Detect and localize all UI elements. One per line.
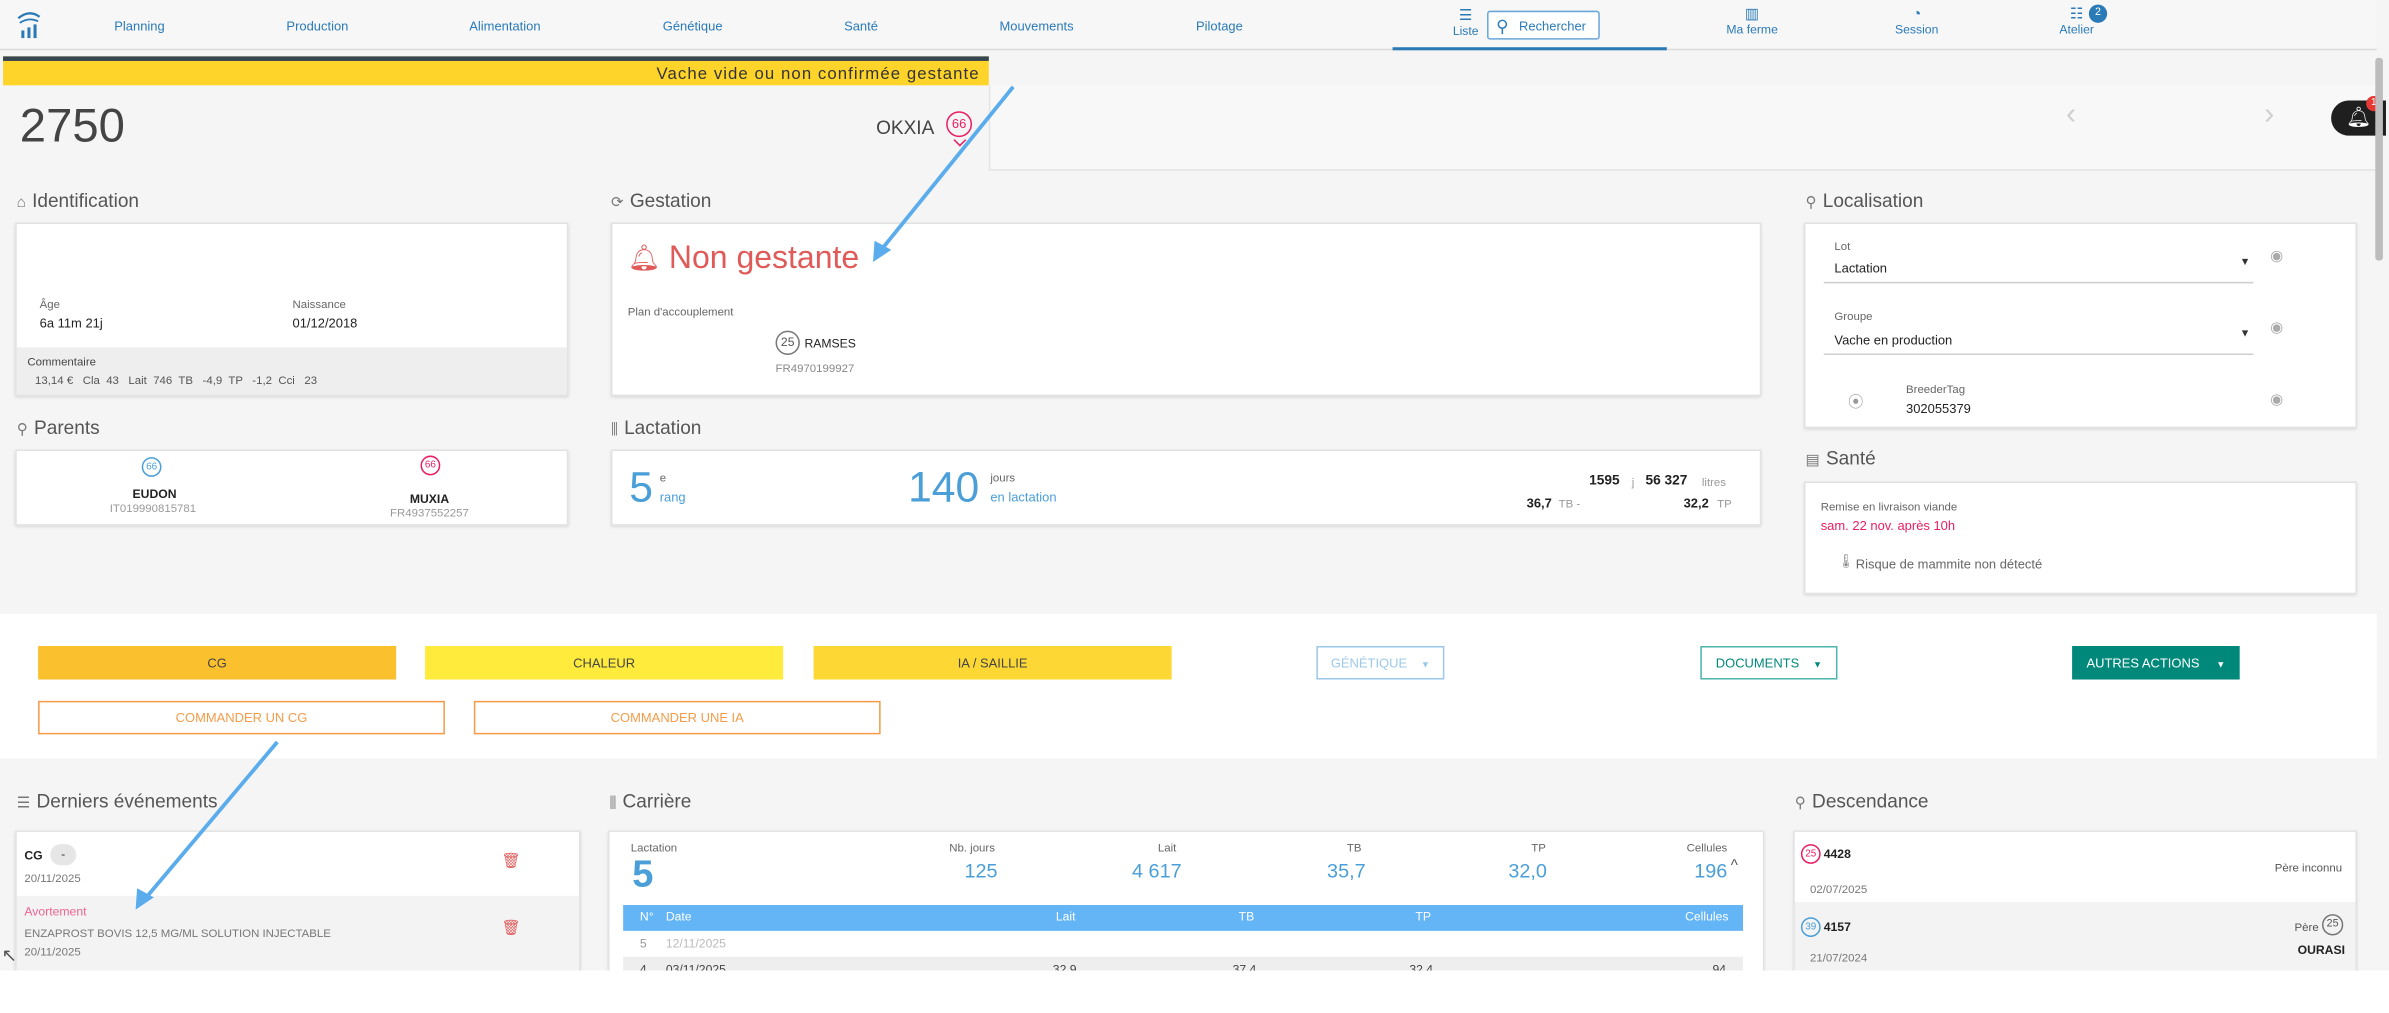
annotation-arrow [882, 85, 1015, 249]
annotation-arrow [144, 740, 279, 899]
annotation-arrows [135, 85, 1015, 910]
arrowhead-icon [873, 240, 892, 263]
